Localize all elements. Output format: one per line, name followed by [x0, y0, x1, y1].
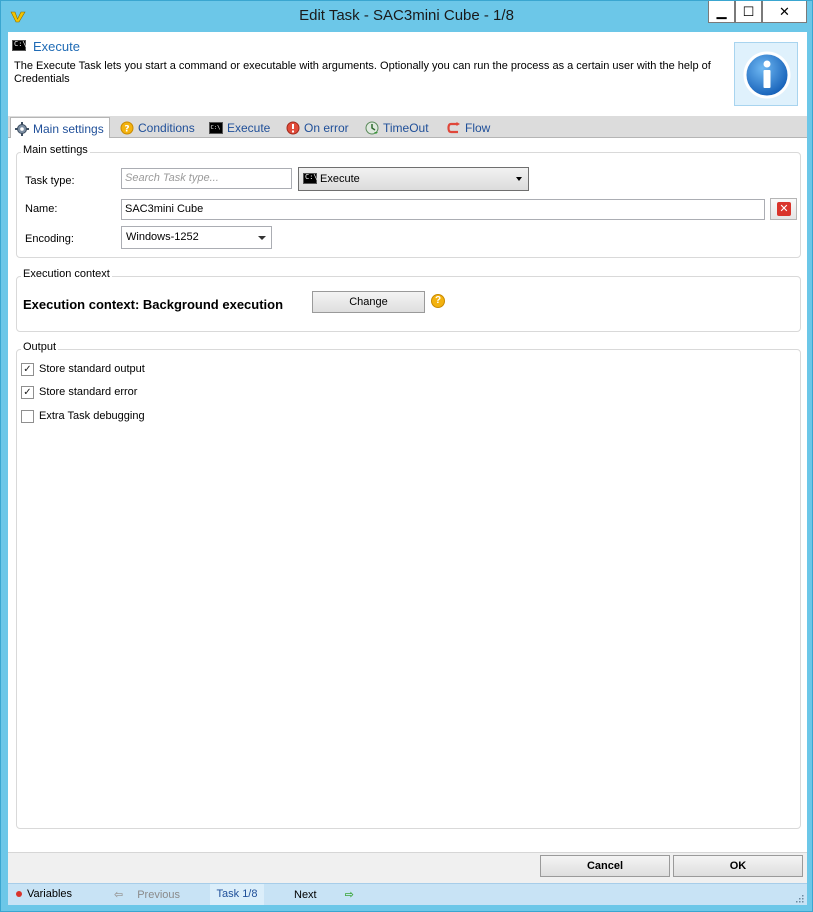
change-context-button[interactable]: Change	[312, 291, 425, 313]
task-type-search-input[interactable]: Search Task type...	[121, 168, 292, 189]
arrow-right-icon: ⇨	[344, 889, 354, 901]
svg-text:?: ?	[124, 124, 129, 134]
task-type-dropdown[interactable]: C:\ Execute	[298, 167, 529, 191]
tab-main-settings[interactable]: Main settings	[10, 117, 110, 139]
flow-icon	[447, 121, 461, 135]
arrow-left-icon: ⇦	[114, 889, 124, 901]
group-label: Main settings	[21, 144, 90, 156]
name-input[interactable]: SAC3mini Cube	[121, 199, 765, 220]
tab-conditions[interactable]: ? Conditions	[116, 117, 202, 138]
store-stdout-checkbox[interactable]: ✓	[21, 363, 34, 376]
encoding-label: Encoding:	[25, 233, 74, 245]
cancel-button[interactable]: Cancel	[540, 855, 670, 877]
variables-button[interactable]: Variables	[16, 888, 72, 900]
svg-text:C:\: C:\	[211, 125, 221, 131]
task-title: Execute	[33, 39, 80, 54]
variables-label: Variables	[27, 888, 73, 900]
timeout-icon	[365, 121, 379, 135]
chevron-down-icon	[258, 236, 266, 240]
main-settings-panel: Main settings Task type: Search Task typ…	[8, 138, 807, 852]
previous-button[interactable]: ⇦ Previous	[114, 888, 180, 901]
task-description: The Execute Task lets you start a comman…	[14, 60, 711, 85]
help-icon[interactable]: ?	[431, 294, 445, 308]
error-icon	[286, 121, 300, 135]
edit-task-window: Edit Task - SAC3mini Cube - 1/8 ▁ ☐ ✕ C:…	[0, 0, 813, 912]
tab-label: Main settings	[33, 121, 104, 136]
ok-button[interactable]: OK	[673, 855, 803, 877]
name-label: Name:	[25, 203, 58, 215]
store-stderr-label[interactable]: Store standard error	[39, 386, 137, 398]
dialog-client: C:\ Execute The Execute Task lets you st…	[8, 32, 807, 905]
extra-debugging-label[interactable]: Extra Task debugging	[39, 410, 145, 422]
status-bar: Variables ⇦ Previous Task 1/8 Next ⇨	[8, 883, 807, 905]
next-label: Next	[294, 889, 317, 901]
console-icon: C:\	[303, 173, 318, 184]
encoding-value: Windows-1252	[126, 231, 199, 243]
tab-label: Execute	[227, 120, 271, 135]
next-button[interactable]: Next ⇨	[294, 888, 354, 901]
extra-debugging-checkbox[interactable]	[21, 410, 34, 423]
tab-timeout[interactable]: TimeOut	[361, 117, 437, 138]
store-stderr-checkbox[interactable]: ✓	[21, 386, 34, 399]
dialog-footer: Cancel OK	[8, 852, 807, 883]
encoding-select[interactable]: Windows-1252	[121, 226, 272, 249]
task-type-label: Task type:	[25, 175, 75, 187]
variables-dot-icon	[16, 891, 22, 898]
minimize-button[interactable]: ▁	[708, 1, 735, 23]
tab-strip: Main settings ? Conditions C:\ Execute O…	[8, 116, 807, 139]
execution-context-text: Execution context: Background execution	[23, 297, 284, 312]
title-bar[interactable]: Edit Task - SAC3mini Cube - 1/8 ▁ ☐ ✕	[1, 1, 812, 32]
resize-grip-icon[interactable]	[794, 893, 804, 903]
task-position: Task 1/8	[210, 884, 264, 905]
tab-label: On error	[304, 120, 349, 135]
close-button[interactable]: ✕	[762, 1, 807, 23]
tab-label: Flow	[465, 120, 491, 135]
delete-icon: ✕	[777, 202, 791, 216]
task-type-value: Execute	[320, 173, 360, 185]
tab-execute[interactable]: C:\ Execute	[205, 117, 275, 138]
task-header: C:\ Execute The Execute Task lets you st…	[8, 32, 807, 116]
group-label: Output	[21, 341, 59, 353]
console-icon: C:\	[12, 40, 27, 51]
settings-gear-icon	[15, 121, 29, 136]
tab-on-error[interactable]: On error	[282, 117, 354, 138]
tab-flow[interactable]: Flow	[443, 117, 498, 138]
info-icon	[734, 42, 798, 106]
previous-label: Previous	[137, 889, 181, 901]
chevron-down-icon	[516, 177, 522, 181]
group-label: Execution context	[21, 268, 112, 280]
tab-label: TimeOut	[383, 120, 429, 135]
tab-label: Conditions	[138, 120, 195, 135]
window-title: Edit Task - SAC3mini Cube - 1/8	[299, 7, 514, 24]
store-stdout-label[interactable]: Store standard output	[39, 363, 145, 375]
clear-name-button[interactable]: ✕	[770, 198, 797, 220]
console-icon: C:\	[209, 121, 223, 135]
maximize-button[interactable]: ☐	[735, 1, 762, 23]
question-icon: ?	[120, 121, 134, 135]
